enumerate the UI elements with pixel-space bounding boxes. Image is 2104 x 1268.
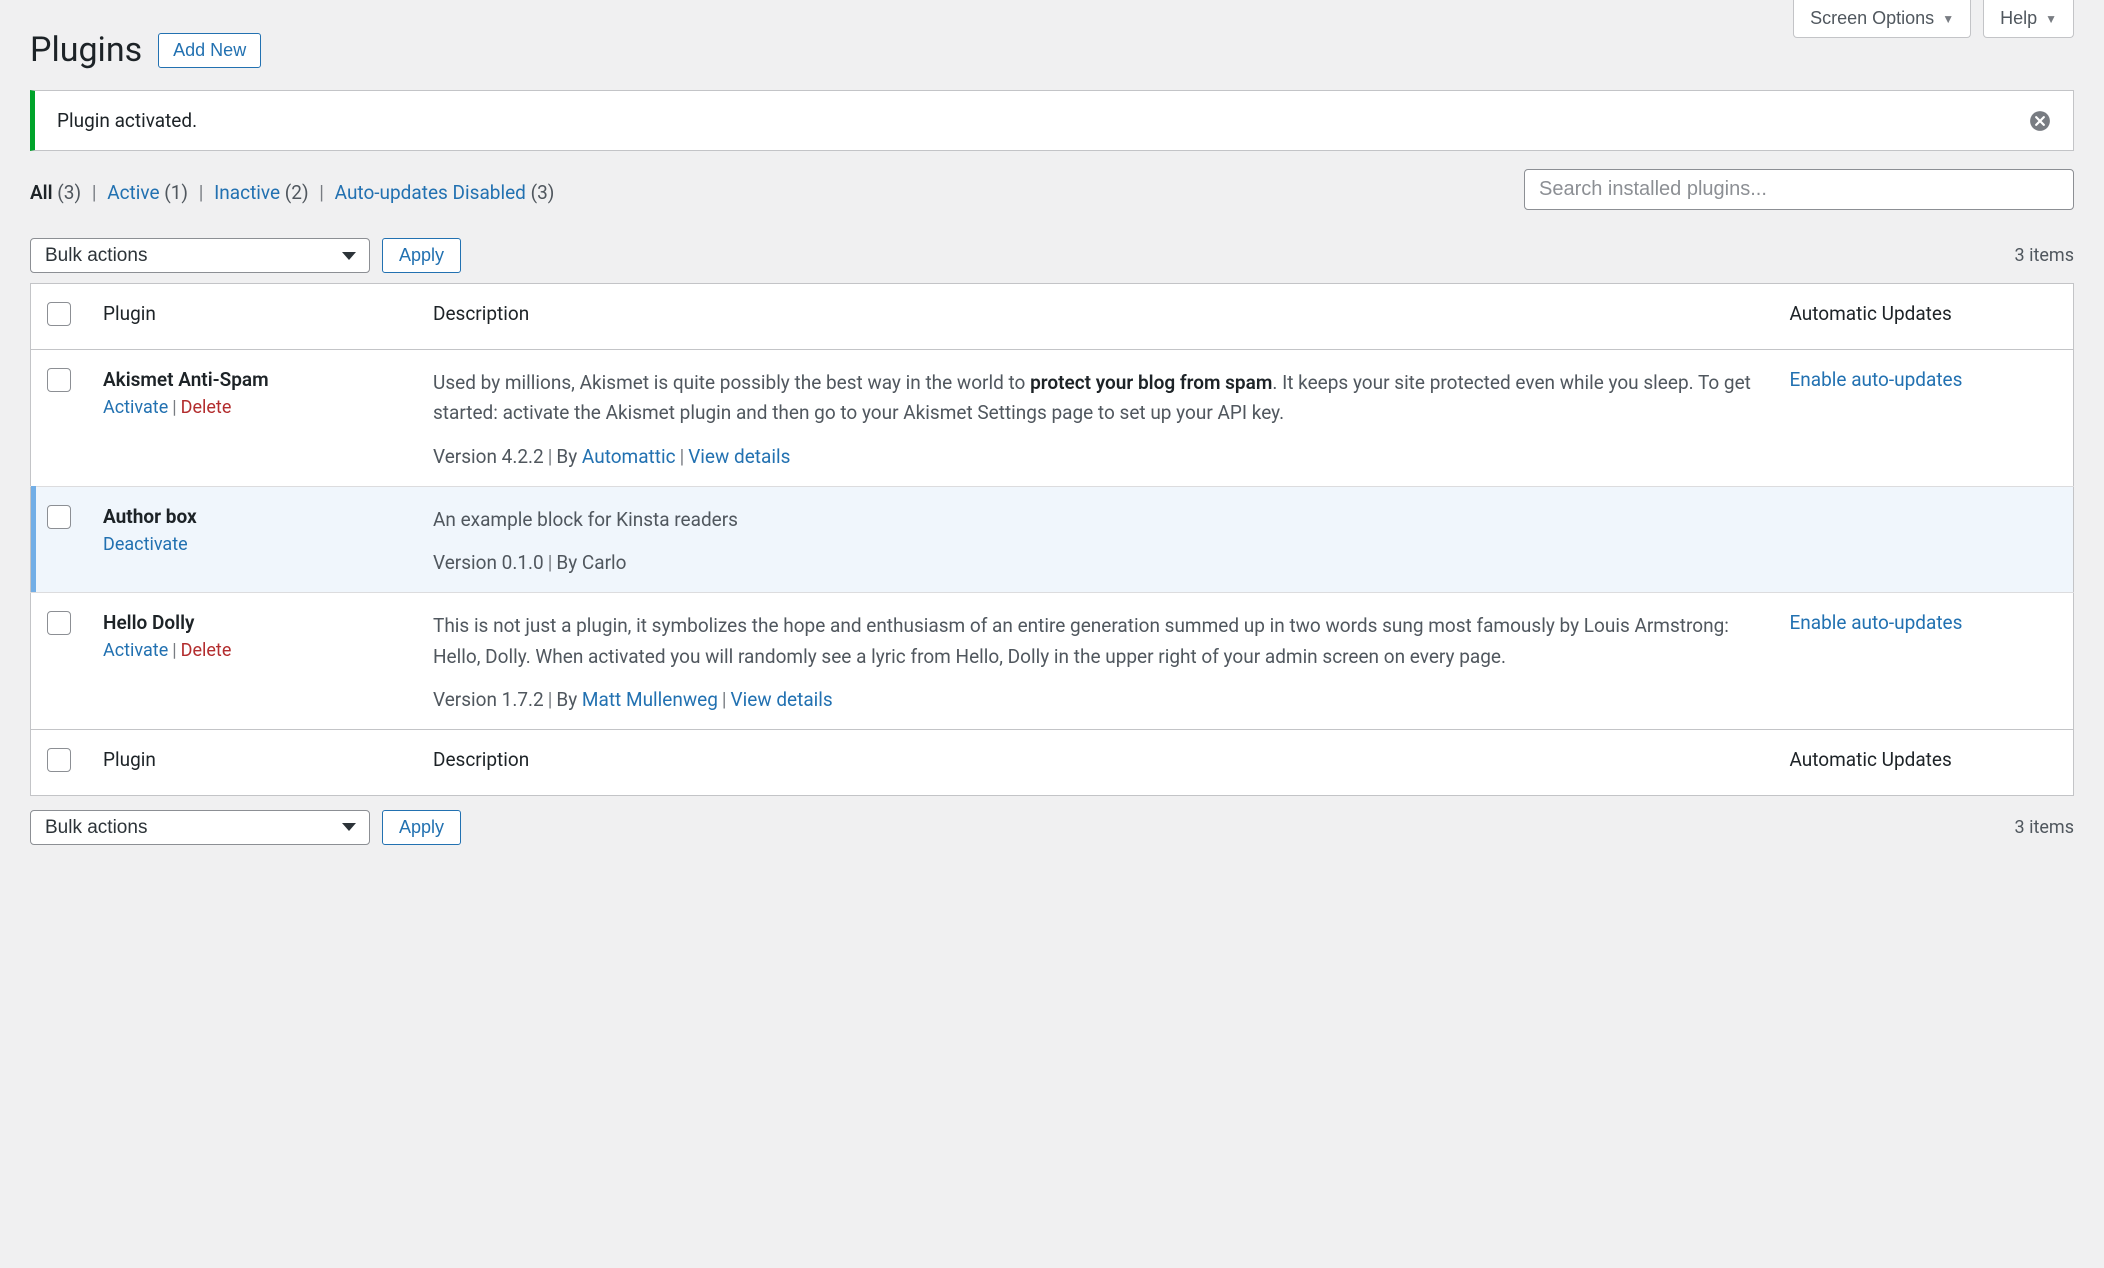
plugin-name: Akismet Anti-Spam — [103, 368, 401, 391]
table-row: Akismet Anti-Spam Activate|Delete Used by … — [31, 350, 2074, 487]
column-plugin-footer[interactable]: Plugin — [87, 729, 417, 795]
help-label: Help — [2000, 8, 2037, 29]
plugin-description: An example block for Kinsta readers — [433, 505, 1758, 535]
plugin-description: This is not just a plugin, it symbolizes… — [433, 611, 1758, 672]
filter-autoupdates-disabled[interactable]: Auto-updates Disabled (3) — [335, 181, 555, 204]
row-actions: Activate|Delete — [103, 397, 401, 418]
view-details-link[interactable]: View details — [731, 688, 833, 711]
plugin-name: Hello Dolly — [103, 611, 401, 634]
column-description: Description — [417, 284, 1774, 350]
delete-link[interactable]: Delete — [181, 640, 232, 661]
enable-auto-updates-link[interactable]: Enable auto-updates — [1790, 611, 1963, 634]
bulk-actions-select-wrapper: Bulk actions — [30, 238, 370, 273]
plugin-name: Author box — [103, 505, 401, 528]
help-button[interactable]: Help ▼ — [1983, 0, 2074, 38]
view-details-link[interactable]: View details — [688, 445, 790, 468]
bulk-actions-select-wrapper-bottom: Bulk actions — [30, 810, 370, 845]
bulk-actions-select[interactable]: Bulk actions — [30, 238, 370, 273]
screen-options-label: Screen Options — [1810, 8, 1934, 29]
author-link[interactable]: Automattic — [582, 445, 676, 468]
row-checkbox[interactable] — [47, 611, 71, 635]
filter-active[interactable]: Active (1) — [107, 181, 193, 204]
select-all-checkbox-bottom[interactable] — [47, 748, 71, 772]
caret-down-icon: ▼ — [2045, 12, 2057, 26]
filter-inactive[interactable]: Inactive (2) — [214, 181, 313, 204]
row-checkbox[interactable] — [47, 368, 71, 392]
notice-message: Plugin activated. — [57, 109, 197, 132]
row-actions: Activate|Delete — [103, 640, 401, 661]
search-input[interactable] — [1524, 169, 2074, 210]
row-actions: Deactivate — [103, 534, 401, 555]
bulk-actions-select-bottom[interactable]: Bulk actions — [30, 810, 370, 845]
activate-link[interactable]: Activate — [103, 397, 168, 418]
column-description-footer: Description — [417, 729, 1774, 795]
plugin-meta: Version 0.1.0|By Carlo — [433, 551, 1758, 574]
apply-button[interactable]: Apply — [382, 238, 461, 273]
items-count: 3 items — [2015, 245, 2074, 266]
plugin-meta: Version 1.7.2|By Matt Mullenweg|View det… — [433, 688, 1758, 711]
column-plugin[interactable]: Plugin — [87, 284, 417, 350]
caret-down-icon: ▼ — [1942, 12, 1954, 26]
select-all-checkbox[interactable] — [47, 302, 71, 326]
plugin-meta: Version 4.2.2|By Automattic|View details — [433, 445, 1758, 468]
column-auto-updates: Automatic Updates — [1774, 284, 2074, 350]
add-new-button[interactable]: Add New — [158, 33, 261, 68]
row-checkbox[interactable] — [47, 505, 71, 529]
enable-auto-updates-link[interactable]: Enable auto-updates — [1790, 368, 1963, 391]
items-count-bottom: 3 items — [2015, 817, 2074, 838]
plugins-table: Plugin Description Automatic Updates Aki… — [30, 283, 2074, 796]
delete-link[interactable]: Delete — [181, 397, 232, 418]
page-title: Plugins — [30, 30, 142, 70]
close-icon — [2029, 110, 2051, 132]
table-row: Author box Deactivate An example block for… — [31, 486, 2074, 592]
deactivate-link[interactable]: Deactivate — [103, 534, 188, 555]
plugin-description: Used by millions, Akismet is quite possi… — [433, 368, 1758, 429]
table-row: Hello Dolly Activate|Delete This is not ju… — [31, 593, 2074, 730]
apply-button-bottom[interactable]: Apply — [382, 810, 461, 845]
column-auto-updates-footer: Automatic Updates — [1774, 729, 2074, 795]
screen-options-button[interactable]: Screen Options ▼ — [1793, 0, 1971, 38]
dismiss-notice-button[interactable] — [2029, 110, 2051, 132]
activate-link[interactable]: Activate — [103, 640, 168, 661]
author-link[interactable]: Matt Mullenweg — [582, 688, 718, 711]
notice-success: Plugin activated. — [30, 90, 2074, 151]
filter-all[interactable]: All (3) — [30, 181, 86, 204]
